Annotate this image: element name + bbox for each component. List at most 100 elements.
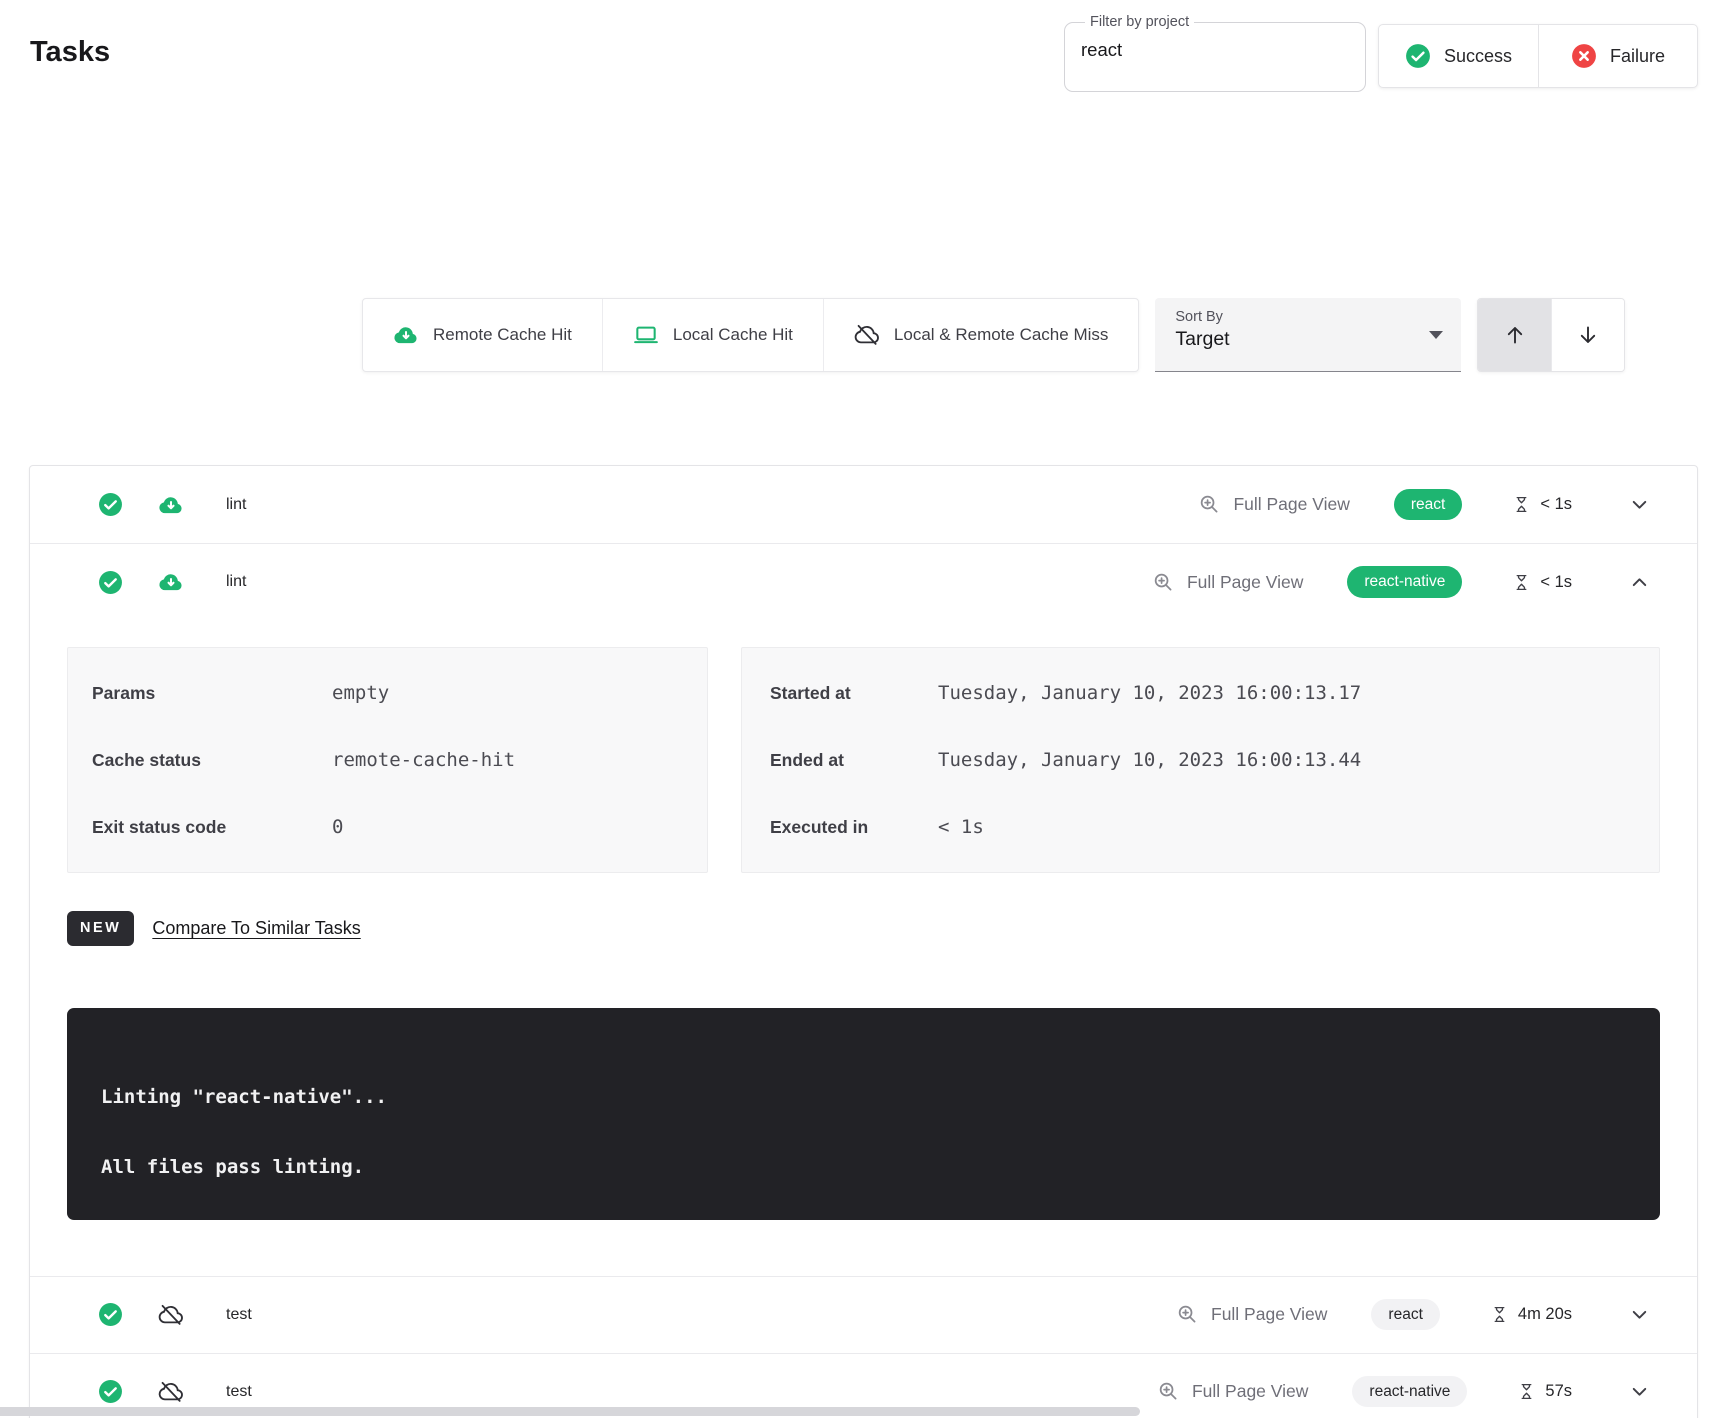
project-badge: react-native xyxy=(1347,566,1462,598)
terminal-output: Linting "react-native"... All files pass… xyxy=(67,1008,1660,1220)
header-controls: Filter by project react Success Failure xyxy=(1064,14,1698,92)
failure-filter-button[interactable]: Failure xyxy=(1538,25,1697,87)
task-row-test-react[interactable]: test Full Page View react 4m 20s xyxy=(30,1276,1697,1353)
executed-in-label: Executed in xyxy=(770,817,938,838)
full-page-view-label: Full Page View xyxy=(1192,1381,1308,1402)
success-check-icon xyxy=(1405,43,1431,69)
status-success-icon xyxy=(98,570,123,595)
success-filter-button[interactable]: Success xyxy=(1379,25,1538,87)
project-badge: react xyxy=(1394,489,1462,521)
terminal-line: All files pass linting. xyxy=(101,1156,1626,1178)
task-duration: < 1s xyxy=(1512,495,1572,514)
zoom-in-icon xyxy=(1152,571,1175,594)
arrow-down-icon xyxy=(1576,323,1600,347)
started-at-row: Started at Tuesday, January 10, 2023 16:… xyxy=(742,662,1659,724)
laptop-icon xyxy=(633,322,659,348)
toolbar-area: Remote Cache Hit Local Cache Hit Local &… xyxy=(0,120,1716,465)
project-filter-field[interactable]: Filter by project react xyxy=(1064,14,1366,92)
hourglass-icon xyxy=(1512,495,1531,514)
exit-code-row: Exit status code 0 xyxy=(68,796,707,858)
remote-cache-hit-button[interactable]: Remote Cache Hit xyxy=(363,299,602,371)
task-duration-text: 57s xyxy=(1545,1382,1572,1401)
zoom-in-icon xyxy=(1157,1380,1180,1403)
cache-miss-label: Local & Remote Cache Miss xyxy=(894,325,1108,345)
compare-row: NEW Compare To Similar Tasks xyxy=(67,911,1660,946)
task-name: test xyxy=(226,1383,252,1401)
params-value: empty xyxy=(332,682,389,704)
cloud-off-icon xyxy=(158,1379,184,1405)
expand-row-button[interactable] xyxy=(1628,493,1651,516)
project-badge: react-native xyxy=(1352,1376,1467,1408)
local-cache-hit-button[interactable]: Local Cache Hit xyxy=(602,299,823,371)
tasks-page: Tasks Filter by project react Success F xyxy=(0,0,1716,1418)
success-filter-label: Success xyxy=(1444,46,1512,67)
full-page-view-label: Full Page View xyxy=(1233,494,1349,515)
caret-down-icon xyxy=(1429,331,1443,339)
full-page-view-label: Full Page View xyxy=(1187,572,1303,593)
collapse-row-button[interactable] xyxy=(1628,571,1651,594)
task-duration: 57s xyxy=(1517,1382,1572,1401)
started-at-value: Tuesday, January 10, 2023 16:00:13.17 xyxy=(938,682,1361,704)
task-name: test xyxy=(226,1306,252,1324)
task-row-lint-react[interactable]: lint Full Page View react < 1s xyxy=(30,466,1697,543)
horizontal-scrollbar[interactable] xyxy=(0,1407,1140,1416)
hourglass-icon xyxy=(1512,573,1531,592)
failure-x-icon xyxy=(1571,43,1597,69)
executed-in-row: Executed in < 1s xyxy=(742,796,1659,858)
full-page-view-button[interactable]: Full Page View xyxy=(1198,493,1349,516)
chevron-down-icon xyxy=(1628,1303,1651,1326)
sort-by-label: Sort By xyxy=(1175,309,1441,325)
zoom-in-icon xyxy=(1176,1303,1199,1326)
full-page-view-button[interactable]: Full Page View xyxy=(1152,571,1303,594)
cache-status-row: Cache status remote-cache-hit xyxy=(68,729,707,791)
ended-at-label: Ended at xyxy=(770,750,938,771)
remote-cache-hit-label: Remote Cache Hit xyxy=(433,325,572,345)
started-at-label: Started at xyxy=(770,683,938,704)
task-row-lint-react-native[interactable]: lint Full Page View react-native < 1s xyxy=(30,543,1697,620)
new-badge: NEW xyxy=(67,911,134,946)
page-header: Tasks Filter by project react Success F xyxy=(0,0,1716,120)
task-duration-text: < 1s xyxy=(1540,495,1572,514)
full-page-view-label: Full Page View xyxy=(1211,1304,1327,1325)
cache-status-label: Cache status xyxy=(92,750,332,771)
task-duration: < 1s xyxy=(1512,573,1572,592)
task-meta-panel: Params empty Cache status remote-cache-h… xyxy=(67,647,708,873)
sort-descending-button[interactable] xyxy=(1551,299,1624,371)
cloud-download-icon xyxy=(158,569,184,595)
ended-at-row: Ended at Tuesday, January 10, 2023 16:00… xyxy=(742,729,1659,791)
task-duration: 4m 20s xyxy=(1490,1305,1572,1324)
page-title: Tasks xyxy=(30,36,110,69)
task-list-card: lint Full Page View react < 1s xyxy=(29,465,1698,1418)
project-badge: react xyxy=(1371,1299,1439,1331)
exit-code-value: 0 xyxy=(332,816,343,838)
full-page-view-button[interactable]: Full Page View xyxy=(1157,1380,1308,1403)
chevron-down-icon xyxy=(1628,1380,1651,1403)
status-success-icon xyxy=(98,1302,123,1327)
status-success-icon xyxy=(98,492,123,517)
sort-by-select[interactable]: Sort By Target xyxy=(1155,298,1461,372)
status-filter-group: Success Failure xyxy=(1378,24,1698,88)
failure-filter-label: Failure xyxy=(1610,46,1665,67)
task-timing-panel: Started at Tuesday, January 10, 2023 16:… xyxy=(741,647,1660,873)
params-label: Params xyxy=(92,683,332,704)
task-duration-text: < 1s xyxy=(1540,573,1572,592)
project-filter-label: Filter by project xyxy=(1085,14,1194,30)
compare-to-similar-tasks-link[interactable]: Compare To Similar Tasks xyxy=(152,918,360,939)
expand-row-button[interactable] xyxy=(1628,1380,1651,1403)
params-row: Params empty xyxy=(68,662,707,724)
cache-miss-button[interactable]: Local & Remote Cache Miss xyxy=(823,299,1138,371)
local-cache-hit-label: Local Cache Hit xyxy=(673,325,793,345)
cloud-download-icon xyxy=(393,322,419,348)
full-page-view-button[interactable]: Full Page View xyxy=(1176,1303,1327,1326)
executed-in-value: < 1s xyxy=(938,816,984,838)
ended-at-value: Tuesday, January 10, 2023 16:00:13.44 xyxy=(938,749,1361,771)
cache-status-value: remote-cache-hit xyxy=(332,749,515,771)
arrow-up-icon xyxy=(1503,323,1527,347)
sort-ascending-button[interactable] xyxy=(1478,299,1551,371)
expand-row-button[interactable] xyxy=(1628,1303,1651,1326)
exit-code-label: Exit status code xyxy=(92,817,332,838)
zoom-in-icon xyxy=(1198,493,1221,516)
project-filter-input[interactable]: react xyxy=(1081,39,1349,61)
cloud-off-icon xyxy=(158,1302,184,1328)
cloud-download-icon xyxy=(158,492,184,518)
